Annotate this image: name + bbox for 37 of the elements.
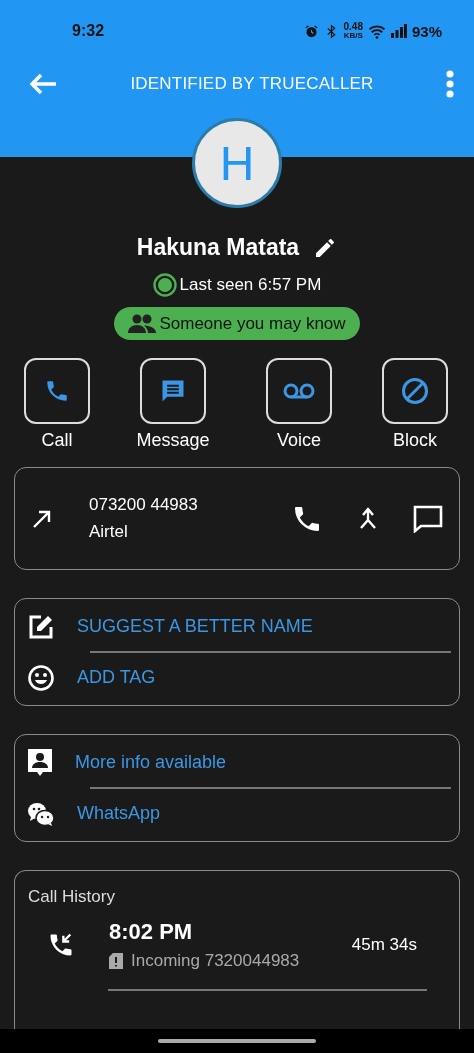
alarm-icon — [303, 23, 319, 39]
app-bar-title: IDENTIFIED BY TRUECALLER — [129, 74, 375, 94]
action-link[interactable]: SUGGEST A BETTER NAME — [77, 616, 313, 637]
call-time: 8:02 PM — [109, 919, 194, 945]
contact-name: Hakuna Matata — [136, 234, 300, 261]
chat-bubbles-icon — [27, 800, 55, 827]
block-icon — [401, 377, 429, 405]
network-speed-unit: KB/S — [343, 32, 363, 40]
call-history-title: Call History — [28, 887, 116, 907]
more-options-button[interactable] — [446, 70, 454, 98]
online-status-icon — [152, 273, 177, 297]
signal-icon — [390, 24, 407, 38]
avatar-initial: H — [192, 118, 282, 208]
info-link[interactable]: More info available — [75, 752, 227, 773]
action-link[interactable]: ADD TAG — [77, 667, 156, 688]
badge-text: Someone you may know — [159, 313, 346, 334]
chat-bubble-icon — [413, 504, 443, 533]
back-button[interactable] — [28, 72, 58, 96]
wifi-icon — [367, 23, 386, 39]
carrier-name: Airtel — [89, 522, 129, 542]
message-button[interactable] — [413, 504, 443, 533]
phone-icon — [44, 378, 70, 404]
network-speed: 0.48 — [343, 22, 363, 32]
info-link[interactable]: WhatsApp — [77, 803, 161, 824]
contact-card-icon — [27, 747, 53, 778]
back-arrow-icon — [28, 72, 58, 96]
voicemail-icon — [283, 382, 315, 400]
smiley-icon — [27, 663, 55, 692]
sim-card-icon — [109, 953, 123, 969]
more-options-icon — [446, 70, 454, 98]
call-duration: 45m 34s — [351, 935, 417, 955]
call-detail: Incoming 7320044983 — [131, 951, 300, 971]
phone-number: 073200 44983 — [89, 495, 199, 515]
last-seen-text: Last seen 6:57 PM — [179, 275, 322, 295]
battery-level: 93% — [411, 22, 442, 40]
status-time: 9:32 — [72, 22, 106, 40]
people-icon — [127, 312, 158, 335]
